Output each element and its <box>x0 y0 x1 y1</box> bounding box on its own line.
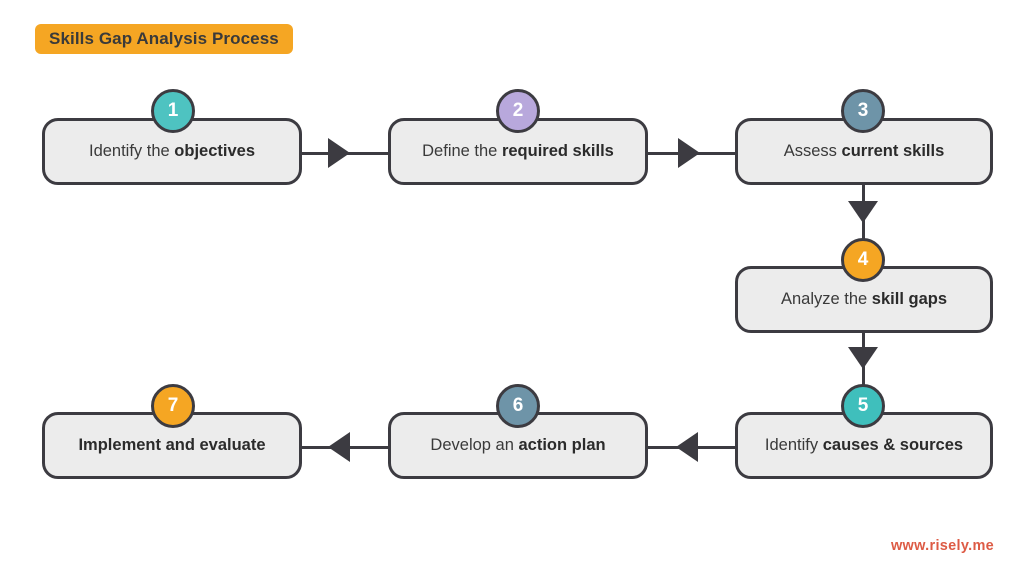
step-number-1: 1 <box>167 100 179 121</box>
step-label-3: Assess current skills <box>783 142 945 161</box>
step-badge-4: 4 <box>841 238 885 282</box>
step-badge-6: 6 <box>496 384 540 428</box>
step-number-3: 3 <box>857 100 869 121</box>
arrow-5-to-6-icon <box>676 432 698 462</box>
step-number-7: 7 <box>167 395 179 416</box>
step-badge-7: 7 <box>151 384 195 428</box>
step-label-7: Implement and evaluate <box>78 436 266 455</box>
step-number-2: 2 <box>512 100 524 121</box>
step-badge-5: 5 <box>841 384 885 428</box>
step-badge-2: 2 <box>496 89 540 133</box>
page-title: Skills Gap Analysis Process <box>49 29 279 48</box>
step-number-5: 5 <box>857 395 869 416</box>
arrow-2-to-3-icon <box>678 138 700 168</box>
step-number-6: 6 <box>512 395 524 416</box>
step-label-6: Develop an action plan <box>430 436 606 455</box>
step-label-4: Analyze the skill gaps <box>780 290 947 309</box>
arrow-6-to-7-icon <box>328 432 350 462</box>
diagram-canvas: Skills Gap Analysis Process Identify the… <box>0 0 1024 576</box>
step-number-4: 4 <box>857 249 869 270</box>
step-label-5: Identify causes & sources <box>764 436 964 455</box>
step-label-1: Identify the objectives <box>88 142 256 161</box>
arrow-4-to-5-icon <box>848 347 878 369</box>
step-badge-1: 1 <box>151 89 195 133</box>
arrow-1-to-2-icon <box>328 138 350 168</box>
step-label-2: Define the required skills <box>422 142 614 161</box>
step-badge-3: 3 <box>841 89 885 133</box>
footer-watermark-url: www.risely.me <box>890 538 994 554</box>
page-title-banner: Skills Gap Analysis Process <box>35 24 293 54</box>
arrow-3-to-4-icon <box>848 201 878 223</box>
